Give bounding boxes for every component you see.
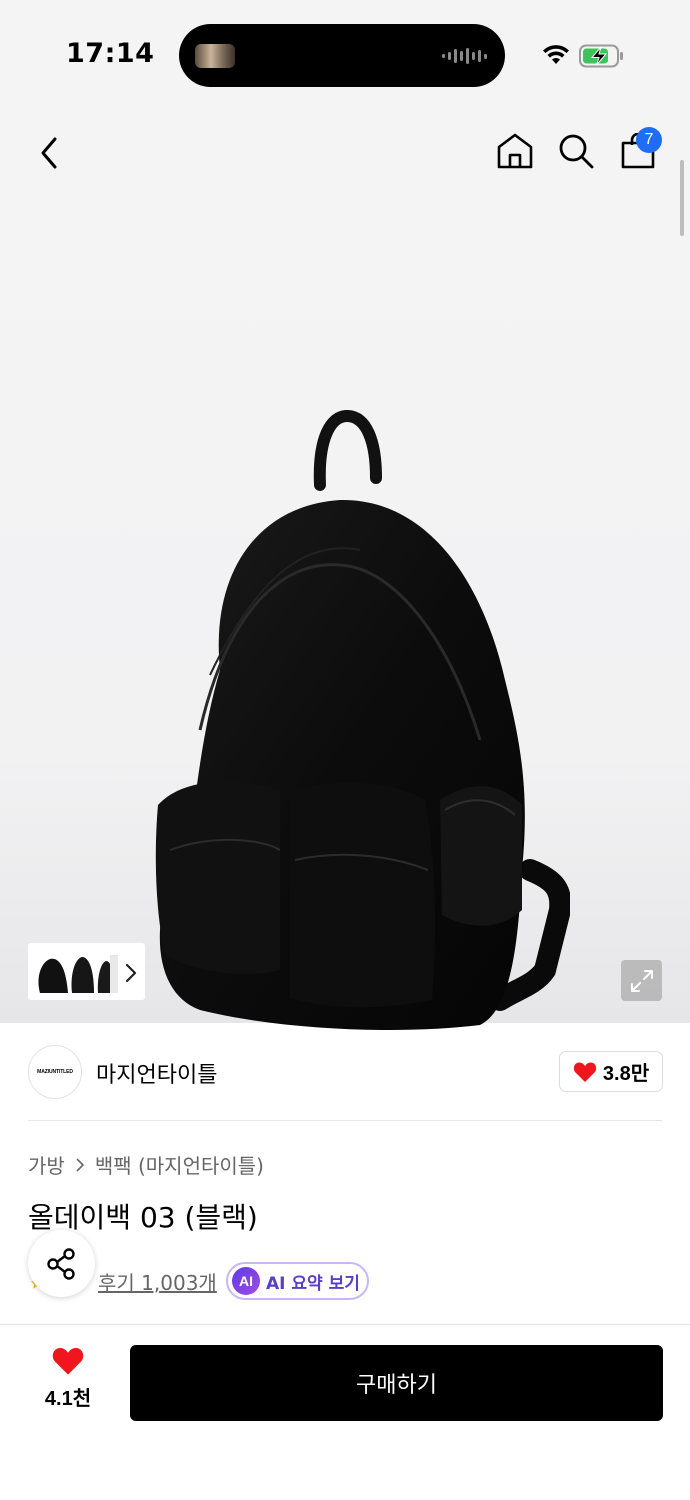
breadcrumb-category[interactable]: 가방 bbox=[28, 1150, 65, 1179]
brand-logo-text: MAZIUNTITLED bbox=[37, 1069, 73, 1075]
home-icon bbox=[497, 133, 533, 169]
brand-name[interactable]: 마지언타이틀 bbox=[96, 1057, 217, 1089]
dynamic-island bbox=[179, 24, 505, 87]
bottom-bar-divider bbox=[0, 1324, 690, 1325]
audio-waveform-icon bbox=[442, 47, 487, 65]
review-count-link[interactable]: 후기 1,003개 bbox=[98, 1267, 217, 1296]
back-button[interactable] bbox=[26, 130, 72, 176]
thumbnail-images bbox=[38, 954, 118, 993]
heart-icon bbox=[573, 1061, 597, 1082]
expand-image-button[interactable] bbox=[621, 960, 662, 1001]
chevron-left-icon bbox=[41, 137, 57, 169]
share-button[interactable] bbox=[28, 1230, 95, 1297]
buy-button[interactable]: 구매하기 bbox=[130, 1345, 663, 1421]
share-icon bbox=[46, 1247, 75, 1280]
ai-badge-icon: AI bbox=[232, 1267, 260, 1295]
now-playing-artwork bbox=[195, 44, 235, 68]
product-like-button[interactable]: 4.1천 bbox=[28, 1346, 108, 1420]
cart-count-badge: 7 bbox=[636, 127, 662, 153]
product-like-count: 4.1천 bbox=[44, 1388, 92, 1410]
brand-like-count: 3.8만 bbox=[602, 1063, 650, 1085]
breadcrumb-separator-icon bbox=[75, 1157, 85, 1173]
ai-summary-label: AI 요약 보기 bbox=[266, 1273, 360, 1294]
heart-icon bbox=[52, 1348, 84, 1375]
status-time: 17:14 bbox=[66, 38, 155, 69]
search-icon bbox=[559, 134, 594, 169]
battery-charging-icon bbox=[579, 44, 623, 68]
home-button[interactable] bbox=[492, 128, 538, 174]
brand-like-button[interactable]: 3.8만 bbox=[559, 1051, 663, 1092]
wifi-icon bbox=[543, 45, 569, 64]
product-backpack-image[interactable] bbox=[150, 410, 570, 1040]
chevron-right-icon[interactable] bbox=[124, 962, 138, 984]
breadcrumb-subcategory[interactable]: 백팩 (마지언타이틀) bbox=[95, 1150, 264, 1179]
page-scrollbar[interactable] bbox=[680, 160, 684, 236]
section-divider bbox=[28, 1120, 662, 1121]
ai-summary-button[interactable]: AI AI 요약 보기 bbox=[226, 1262, 369, 1300]
breadcrumb: 가방 백팩 (마지언타이틀) bbox=[28, 1150, 264, 1179]
product-image-area bbox=[0, 110, 690, 1031]
expand-icon bbox=[630, 969, 653, 992]
status-bar: 17:14 bbox=[0, 0, 690, 110]
search-button[interactable] bbox=[553, 128, 599, 174]
brand-logo[interactable]: MAZIUNTITLED bbox=[28, 1045, 82, 1099]
brand-row[interactable]: MAZIUNTITLED 마지언타이틀 3.8만 bbox=[0, 1023, 690, 1121]
